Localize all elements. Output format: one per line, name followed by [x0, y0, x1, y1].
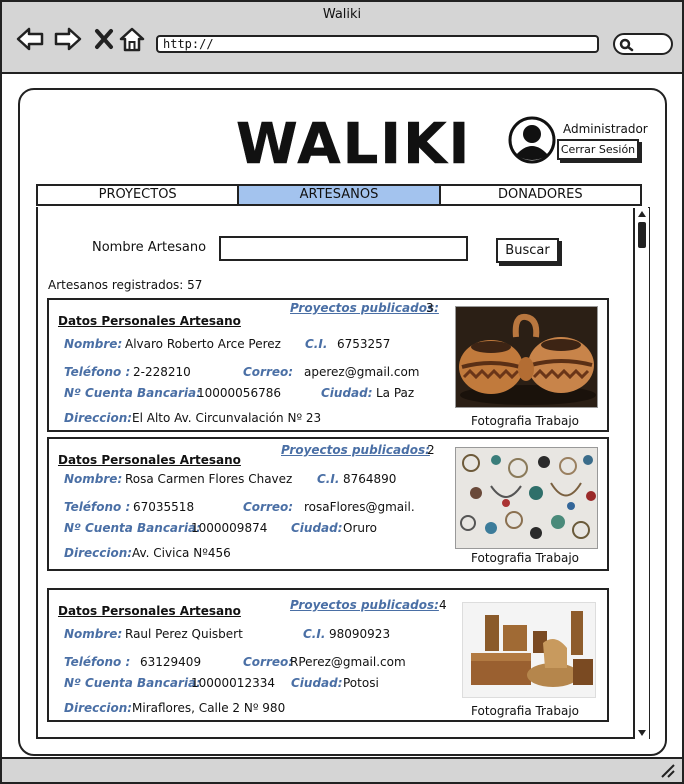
magnifier-icon [619, 38, 634, 52]
section-heading: Datos Personales Artesano [58, 314, 241, 328]
ci-label: C.I. [305, 337, 328, 351]
work-photo[interactable] [455, 447, 598, 549]
registered-count: Artesanos registrados: 57 [48, 278, 203, 292]
email-value: RPerez@gmail.com [290, 655, 406, 669]
account-label: Nº Cuenta Bancaria: [64, 386, 201, 400]
user-role-label: Administrador [563, 122, 648, 136]
photo-caption: Fotografia Trabajo [471, 704, 579, 718]
main-tabs: PROYECTOS ARTESANOS DONADORES [36, 184, 642, 206]
work-photo[interactable] [462, 602, 596, 698]
address-value: Miraflores, Calle 2 Nº 980 [132, 701, 286, 715]
ci-value: 8764890 [343, 472, 397, 486]
scroll-thumb[interactable] [638, 222, 646, 248]
search-button[interactable]: Buscar [496, 238, 559, 263]
phone-value: 63129409 [140, 655, 202, 669]
city-label: Ciudad: [291, 676, 343, 690]
phone-value: 67035518 [133, 500, 195, 514]
address-label: Direccion: [64, 701, 133, 715]
phone-label: Teléfono : [64, 500, 131, 514]
phone-label: Teléfono : [64, 655, 131, 669]
photo-caption: Fotografia Trabajo [471, 414, 579, 428]
artisan-card[interactable]: Datos Personales Artesano Proyectos publ… [47, 588, 609, 722]
work-photo[interactable] [455, 306, 598, 408]
scroll-down-icon[interactable] [637, 729, 647, 737]
city-label: Ciudad: [321, 386, 373, 400]
projects-count: 4 [439, 598, 447, 612]
projects-label: Proyectos publicados: [290, 301, 439, 315]
account-value: 1000009874 [191, 521, 268, 535]
name-label: Nombre: [64, 472, 123, 486]
projects-label: Proyectos publicados: [281, 443, 430, 457]
account-value: 10000056786 [197, 386, 281, 400]
name-label: Nombre: [64, 337, 123, 351]
name-value: Rosa Carmen Flores Chavez [125, 472, 293, 486]
address-value: El Alto Av. Circunvalación Nº 23 [132, 411, 322, 425]
name-value: Alvaro Roberto Arce Perez [125, 337, 281, 351]
email-value: aperez@gmail.com [304, 365, 420, 379]
section-heading: Datos Personales Artesano [58, 453, 241, 467]
scroll-up-icon[interactable] [637, 210, 647, 218]
ci-value: 98090923 [329, 627, 391, 641]
phone-value: 2-228210 [133, 365, 191, 379]
artisan-card[interactable]: Datos Personales Artesano Proyectos publ… [47, 437, 609, 571]
email-label: Correo: [243, 655, 294, 669]
projects-label: Proyectos publicados: [290, 598, 439, 612]
browser-search-field[interactable] [613, 33, 673, 55]
photo-caption: Fotografia Trabajo [471, 551, 579, 565]
account-label: Nº Cuenta Bancaria: [64, 521, 201, 535]
email-value: rosaFlores@gmail.c [304, 500, 414, 514]
browser-titlebar: Waliki http:// [2, 2, 682, 74]
ci-value: 6753257 [337, 337, 391, 351]
city-value: Oruro [343, 521, 377, 535]
address-label: Direccion: [64, 411, 133, 425]
tab-artesanos[interactable]: ARTESANOS [239, 186, 441, 204]
artisan-card[interactable]: Datos Personales Artesano Proyectos publ… [47, 298, 609, 432]
close-icon[interactable] [90, 26, 118, 52]
phone-label: Teléfono : [64, 365, 131, 379]
projects-count: 2 [427, 443, 435, 457]
browser-statusbar [2, 757, 682, 782]
home-icon[interactable] [118, 26, 146, 52]
forward-arrow-icon[interactable] [54, 26, 82, 52]
city-label: Ciudad: [291, 521, 343, 535]
address-value: Av. Civica Nº456 [132, 546, 231, 560]
city-value: La Paz [376, 386, 415, 400]
vertical-scrollbar[interactable] [633, 208, 649, 739]
email-label: Correo: [243, 365, 294, 379]
city-value: Potosi [343, 676, 379, 690]
back-arrow-icon[interactable] [16, 26, 44, 52]
account-label: Nº Cuenta Bancaria: [64, 676, 201, 690]
ci-label: C.I. [303, 627, 326, 641]
artisan-search-input[interactable] [219, 236, 468, 261]
search-label: Nombre Artesano [92, 240, 207, 255]
ceramic-pots-image [456, 307, 597, 407]
address-label: Direccion: [64, 546, 133, 560]
wood-crafts-image [463, 603, 595, 697]
url-bar[interactable]: http:// [156, 35, 599, 53]
tab-donadores[interactable]: DONADORES [441, 186, 640, 204]
projects-count: 3 [426, 301, 434, 315]
resize-grip-icon[interactable] [660, 764, 676, 778]
email-label: Correo: [243, 500, 294, 514]
ci-label: C.I. [317, 472, 340, 486]
window-title: Waliki [322, 7, 362, 22]
jewelry-image [456, 448, 597, 548]
section-heading: Datos Personales Artesano [58, 604, 241, 618]
account-value: 10000012334 [191, 676, 275, 690]
waliki-logo: WALIKI [236, 112, 472, 178]
user-avatar-icon [508, 116, 556, 164]
name-label: Nombre: [64, 627, 123, 641]
logout-button[interactable]: Cerrar Sesión [557, 139, 639, 160]
tab-proyectos[interactable]: PROYECTOS [38, 186, 240, 204]
name-value: Raul Perez Quisbert [125, 627, 243, 641]
